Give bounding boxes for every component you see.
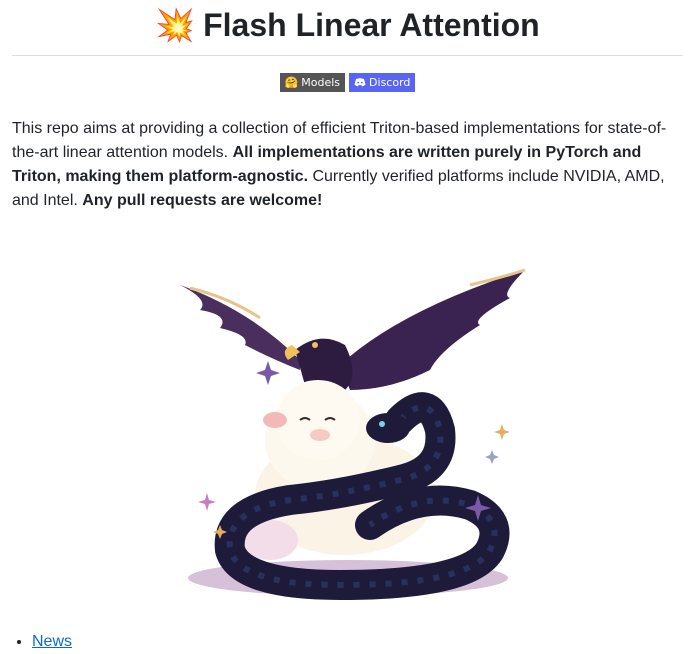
toc-item: News	[32, 630, 72, 654]
intro-paragraph: This repo aims at providing a collection…	[12, 117, 683, 213]
title-text: Flash Linear Attention	[203, 7, 540, 43]
discord-icon	[354, 76, 366, 89]
models-badge-label: Models	[301, 76, 341, 89]
toc-link-news[interactable]: News	[32, 633, 72, 650]
collision-emoji-icon: 💥	[155, 6, 196, 44]
intro-bold-2: Any pull requests are welcome!	[82, 192, 323, 209]
hugging-face-icon: 🤗	[284, 76, 299, 89]
readme-content: 💥 Flash Linear Attention 🤗 Models Discord T…	[12, 0, 683, 213]
models-badge[interactable]: 🤗 Models	[279, 73, 346, 92]
hero-illustration	[0, 240, 671, 610]
table-of-contents: News	[0, 630, 72, 654]
discord-badge-label: Discord	[369, 76, 411, 89]
discord-badge[interactable]: Discord	[349, 73, 416, 92]
badge-row: 🤗 Models Discord	[12, 73, 683, 93]
eagle-alpaca-snake-illustration	[180, 268, 526, 601]
page-title: 💥 Flash Linear Attention	[12, 0, 683, 56]
